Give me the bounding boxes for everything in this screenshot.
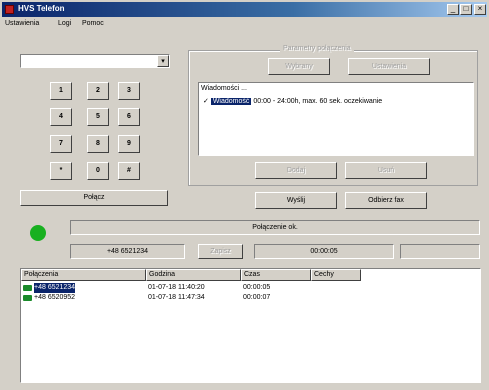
receive-fax-button[interactable]: Odbierz fax <box>345 192 427 209</box>
list-item-label: Wiadomość <box>210 98 252 105</box>
key-3[interactable]: 3 <box>118 82 140 100</box>
minimize-button[interactable]: _ <box>447 4 459 15</box>
key-8[interactable]: 8 <box>87 135 109 153</box>
tab-wybrany[interactable]: Wybrany <box>268 58 330 75</box>
status-timer: 00:00:05 <box>254 244 394 259</box>
key-1[interactable]: 1 <box>50 82 72 100</box>
number-combo[interactable]: ▾ <box>20 54 170 68</box>
menu-ustawienia[interactable]: Ustawienia <box>5 20 39 27</box>
call-log-table[interactable]: Połączenia Godzina Czas Cechy +48 652123… <box>20 268 481 383</box>
key-9[interactable]: 9 <box>118 135 140 153</box>
add-button[interactable]: Dodaj <box>255 162 337 179</box>
key-4[interactable]: 4 <box>50 108 72 126</box>
connect-button[interactable]: Połącz <box>20 190 168 206</box>
list-item-detail: 00:00 - 24:00h, max. 60 sek. oczekiwanie <box>253 98 383 105</box>
row-time: 01-07-18 11:40:20 <box>148 284 205 291</box>
row-duration: 00:00:07 <box>243 294 271 301</box>
key-0[interactable]: 0 <box>87 162 109 180</box>
save-button[interactable]: Zapisz <box>198 244 243 259</box>
close-button[interactable]: × <box>474 4 486 15</box>
phone-icon <box>23 295 32 301</box>
status-message: Połączenie ok. <box>70 220 480 235</box>
key-7[interactable]: 7 <box>50 135 72 153</box>
key-6[interactable]: 6 <box>118 108 140 126</box>
chevron-down-icon[interactable]: ▾ <box>157 55 169 67</box>
menu-pomoc[interactable]: Pomoc <box>82 20 104 27</box>
row-time: 01-07-18 11:47:34 <box>148 294 205 301</box>
title-bar[interactable]: HVS Telefon _ □ × <box>2 2 487 17</box>
connection-group-legend: Parametry połączenia <box>280 45 354 52</box>
key-hash[interactable]: # <box>118 162 140 180</box>
table-header: Połączenia Godzina Czas Cechy <box>21 269 480 281</box>
send-button[interactable]: Wyślij <box>255 192 337 209</box>
status-led <box>30 225 46 241</box>
maximize-button[interactable]: □ <box>460 4 472 15</box>
status-number: +48 6521234 <box>70 244 185 259</box>
menu-bar: Ustawienia Logi Pomoc <box>2 18 487 32</box>
messages-list-header: Wiadomości ... <box>201 85 247 92</box>
menu-logi[interactable]: Logi <box>58 20 71 27</box>
key-2[interactable]: 2 <box>87 82 109 100</box>
status-extra <box>400 244 480 259</box>
row-duration: 00:00:05 <box>243 284 271 291</box>
key-5[interactable]: 5 <box>87 108 109 126</box>
row-number: +48 6520952 <box>34 294 76 301</box>
app-window: HVS Telefon _ □ × Ustawienia Logi Pomoc … <box>0 0 489 390</box>
row-number: +48 6521234 <box>34 283 76 293</box>
phone-icon <box>23 285 32 291</box>
list-item[interactable]: ✓ Wiadomość 00:00 - 24:00h, max. 60 sek.… <box>203 97 382 105</box>
column-header-calls[interactable]: Połączenia <box>21 269 146 281</box>
checkmark-icon: ✓ <box>203 98 209 105</box>
messages-list[interactable]: Wiadomości ... ✓ Wiadomość 00:00 - 24:00… <box>198 82 474 156</box>
column-header-duration[interactable]: Czas <box>241 269 311 281</box>
window-title: HVS Telefon <box>18 4 65 13</box>
key-star[interactable]: * <box>50 162 72 180</box>
table-row[interactable]: +48 6520952 01-07-18 11:47:34 00:00:07 <box>21 293 480 303</box>
column-header-features[interactable]: Cechy <box>311 269 361 281</box>
remove-button[interactable]: Usuń <box>345 162 427 179</box>
column-header-time[interactable]: Godzina <box>146 269 241 281</box>
table-row[interactable]: +48 6521234 01-07-18 11:40:20 00:00:05 <box>21 283 480 293</box>
tab-ustawienia[interactable]: Ustawienia <box>348 58 430 75</box>
app-icon <box>5 5 14 14</box>
